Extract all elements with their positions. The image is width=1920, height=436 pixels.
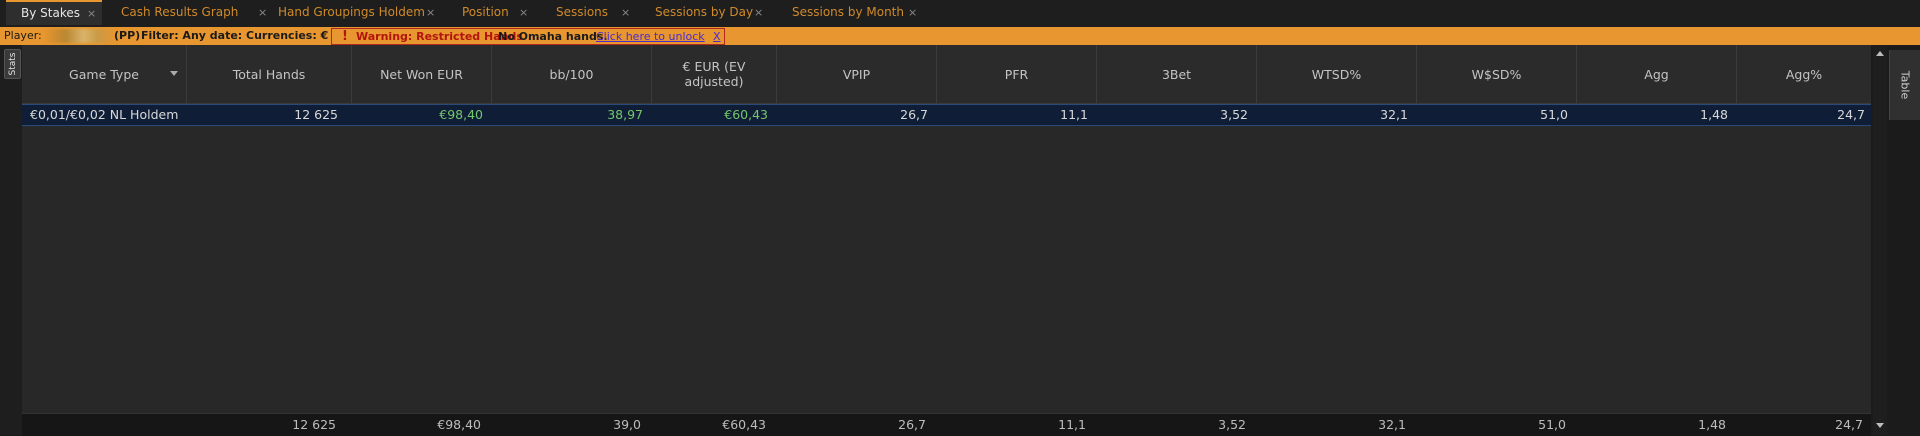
column-header-label: WTSD% xyxy=(1311,66,1362,82)
tab-label: Cash Results Graph xyxy=(121,5,239,19)
cell-agg: 1,48 xyxy=(1700,107,1728,122)
cell-agg-pct: 24,7 xyxy=(1837,107,1865,122)
tab-bar: By Stakes × Cash Results Graph × Hand Gr… xyxy=(0,0,1920,28)
scroll-up-icon[interactable] xyxy=(1876,51,1884,56)
cell-ev-adjusted: €60,43 xyxy=(724,107,768,122)
tab-label: Hand Groupings Holdem xyxy=(278,5,425,19)
total-bb100: 39,0 xyxy=(613,417,641,432)
cell-bb100: 38,97 xyxy=(607,107,643,122)
cell-total-hands: 12 625 xyxy=(294,107,338,122)
column-header-3bet[interactable]: 3Bet xyxy=(1097,45,1257,103)
tab-hand-groupings-holdem[interactable]: Hand Groupings Holdem × xyxy=(278,0,438,25)
total-pfr: 11,1 xyxy=(1058,417,1086,432)
tab-label: Sessions by Day xyxy=(655,5,754,19)
total-3bet: 3,52 xyxy=(1218,417,1246,432)
column-header-label: 3Bet xyxy=(1161,66,1192,82)
column-header-label: PFR xyxy=(1004,66,1029,82)
total-net-won: €98,40 xyxy=(437,417,481,432)
column-header-label: bb/100 xyxy=(549,66,594,82)
column-header-agg-pct[interactable]: Agg% xyxy=(1737,45,1871,103)
column-header-total-hands[interactable]: Total Hands xyxy=(187,45,352,103)
total-ev-adjusted: €60,43 xyxy=(722,417,766,432)
table-row[interactable]: €0,01/€0,02 NL Holdem 12 625 €98,40 38,9… xyxy=(22,104,1871,126)
table-side-tab[interactable]: Table xyxy=(1889,50,1920,120)
table-side-tab-label: Table xyxy=(1898,70,1912,100)
cell-pfr: 11,1 xyxy=(1060,107,1088,122)
cell-3bet: 3,52 xyxy=(1220,107,1248,122)
column-header-label: Agg% xyxy=(1785,66,1823,82)
grid-header: Game Type Total Hands Net Won EUR bb/100… xyxy=(22,45,1871,104)
column-header-label: W$SD% xyxy=(1471,66,1522,82)
tab-close-icon[interactable]: × xyxy=(258,0,267,25)
omaha-notice: No Omaha hands. xyxy=(498,30,608,43)
column-header-label: Game Type xyxy=(69,66,139,82)
stakes-grid: Game Type Total Hands Net Won EUR bb/100… xyxy=(22,45,1871,436)
sort-arrow-icon[interactable] xyxy=(170,71,178,76)
restricted-hands-warning: ! Warning: Restricted Hands No Omaha han… xyxy=(331,28,725,45)
cell-net-won: €98,40 xyxy=(439,107,483,122)
vertical-scrollbar[interactable] xyxy=(1873,45,1887,435)
tab-close-icon[interactable]: × xyxy=(908,0,917,25)
tab-close-icon[interactable]: × xyxy=(426,0,435,25)
cell-wtsd: 32,1 xyxy=(1380,107,1408,122)
tab-label: Position xyxy=(462,5,509,19)
tab-close-icon[interactable]: × xyxy=(621,0,630,25)
stats-side-tab-label: Stats xyxy=(7,52,18,76)
tab-close-icon[interactable]: × xyxy=(519,0,528,25)
total-game-type xyxy=(22,414,178,436)
column-header-wsd[interactable]: W$SD% xyxy=(1417,45,1577,103)
column-header-label: Total Hands xyxy=(232,66,306,82)
unlock-link[interactable]: Click here to unlock xyxy=(596,29,705,44)
stats-side-tab[interactable]: Stats xyxy=(4,49,21,79)
tab-label: Sessions xyxy=(556,5,609,19)
tab-sessions-by-day[interactable]: Sessions by Day × xyxy=(655,0,765,25)
totals-row: 12 625 €98,40 39,0 €60,43 26,7 11,1 3,52… xyxy=(22,413,1871,436)
column-header-bb100[interactable]: bb/100 xyxy=(492,45,652,103)
tab-close-icon[interactable]: × xyxy=(87,2,96,25)
column-header-label: VPIP xyxy=(842,66,871,82)
warning-icon: ! xyxy=(342,29,348,44)
player-name-blurred xyxy=(44,29,116,43)
total-agg-pct: 24,7 xyxy=(1835,417,1863,432)
cell-wsd: 51,0 xyxy=(1540,107,1568,122)
cell-vpip: 26,7 xyxy=(900,107,928,122)
column-header-pfr[interactable]: PFR xyxy=(937,45,1097,103)
total-agg: 1,48 xyxy=(1698,417,1726,432)
column-header-vpip[interactable]: VPIP xyxy=(777,45,937,103)
tab-sessions-by-month[interactable]: Sessions by Month × xyxy=(792,0,922,25)
column-header-ev-adjusted[interactable]: € EUR (EV adjusted) xyxy=(652,45,777,103)
filter-text[interactable]: Filter: Any date: Currencies: € xyxy=(141,27,328,45)
player-label: Player: xyxy=(4,29,42,42)
tab-by-stakes[interactable]: By Stakes × xyxy=(6,0,102,25)
filter-bar: Player: (PP) Filter: Any date: Currencie… xyxy=(0,27,1920,45)
player-suffix: (PP) xyxy=(114,29,141,42)
total-hands: 12 625 xyxy=(292,417,336,432)
column-header-label: Agg xyxy=(1644,66,1669,82)
tab-close-icon[interactable]: × xyxy=(754,0,763,25)
left-gutter xyxy=(0,45,22,435)
tab-cash-results-graph[interactable]: Cash Results Graph × xyxy=(120,0,270,25)
column-header-net-won[interactable]: Net Won EUR xyxy=(352,45,492,103)
tab-sessions[interactable]: Sessions × xyxy=(556,0,636,25)
tab-label: Sessions by Month xyxy=(792,5,904,19)
warning-close-link[interactable]: X xyxy=(713,29,721,44)
tab-label: By Stakes xyxy=(21,6,80,20)
column-header-agg[interactable]: Agg xyxy=(1577,45,1737,103)
total-wtsd: 32,1 xyxy=(1378,417,1406,432)
column-header-label: € EUR (EV adjusted) xyxy=(682,59,746,89)
total-wsd: 51,0 xyxy=(1538,417,1566,432)
column-header-label: Net Won EUR xyxy=(380,66,463,82)
scroll-down-icon[interactable] xyxy=(1876,423,1884,428)
column-header-wtsd[interactable]: WTSD% xyxy=(1257,45,1417,103)
tab-position[interactable]: Position × xyxy=(462,0,532,25)
column-header-game-type[interactable]: Game Type xyxy=(22,45,187,103)
total-vpip: 26,7 xyxy=(898,417,926,432)
